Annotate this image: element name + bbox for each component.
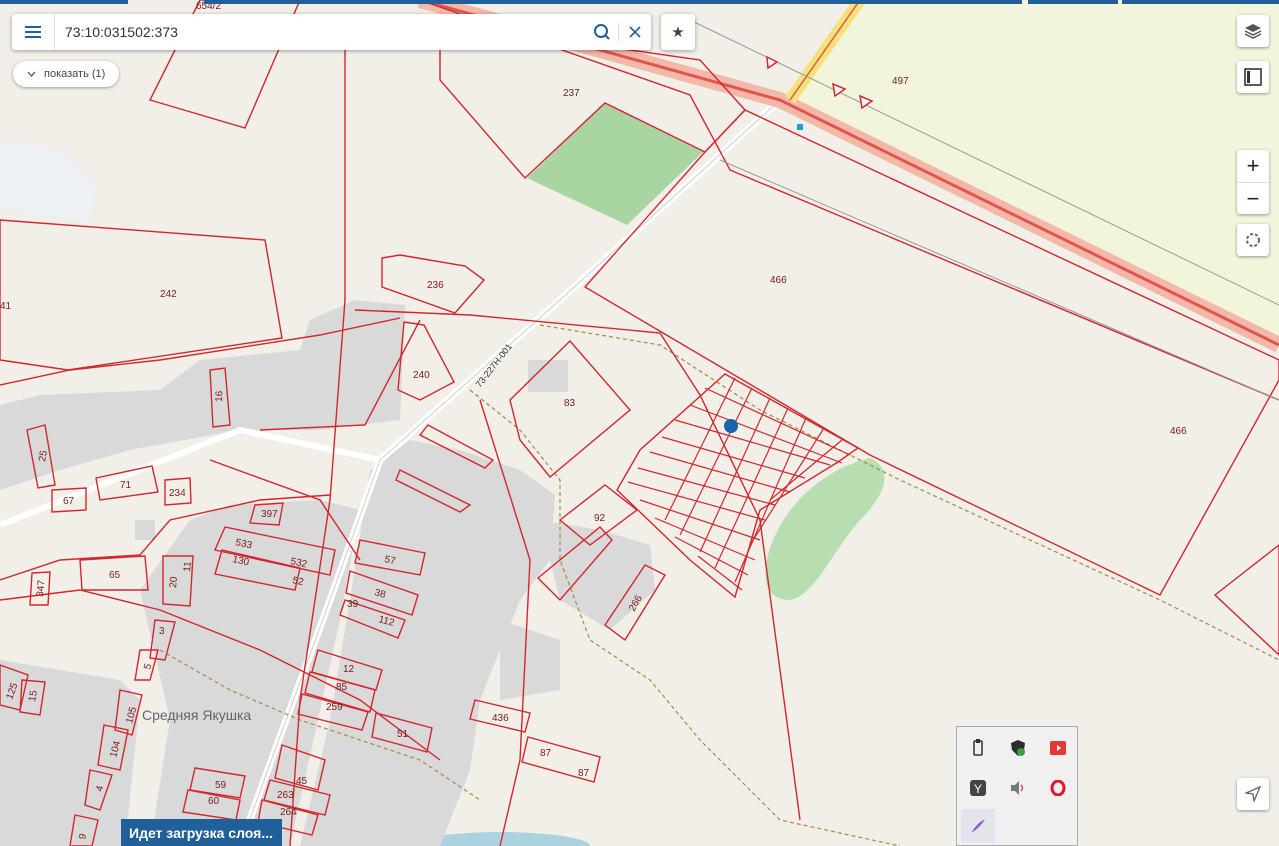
pen-icon[interactable]	[961, 809, 995, 843]
parcel-label: 87	[578, 768, 590, 779]
parcel-label: 87	[540, 748, 552, 759]
usb-icon[interactable]	[961, 731, 995, 765]
parcel-label: 347	[35, 579, 47, 597]
cadastral-map[interactable]: 654/2 237 497 466 466 242 236 240 83 16 …	[0, 0, 1279, 846]
volume-icon[interactable]	[1001, 771, 1035, 805]
parcel-label: 60	[208, 796, 220, 807]
clear-button[interactable]	[619, 14, 651, 50]
parcel-label: 59	[215, 780, 227, 791]
zoom-in-button[interactable]: +	[1237, 150, 1269, 183]
parcel-label: 264	[280, 807, 297, 818]
parcel-label: 397	[261, 509, 278, 520]
system-tray-popup: Y	[956, 726, 1078, 846]
loading-status-label: Идет загрузка слоя...	[129, 824, 273, 841]
parcel-label: 51	[397, 729, 409, 740]
parcel-label: 92	[594, 513, 606, 524]
parcel-label: 237	[563, 88, 580, 99]
chevron-down-icon	[27, 71, 36, 77]
locate-button[interactable]	[1237, 778, 1269, 810]
parcel-label: 41	[0, 301, 12, 312]
parcel-label: 3	[159, 626, 165, 637]
star-icon: ★	[671, 24, 685, 41]
top-strip	[0, 0, 128, 4]
forest-area-2	[765, 458, 885, 600]
media-icon[interactable]	[1041, 731, 1075, 765]
parcel-label: 5	[142, 662, 154, 671]
search-input[interactable]	[55, 16, 586, 48]
parcel-label: 45	[296, 776, 308, 787]
parcel-label: 85	[336, 682, 348, 693]
parcel-label: 466	[1170, 426, 1187, 437]
opera-icon[interactable]	[1041, 771, 1075, 805]
parcel-label: 436	[492, 713, 509, 724]
navigation-icon	[1245, 786, 1261, 802]
parcel-label: 71	[120, 480, 132, 491]
water-area	[0, 140, 95, 220]
menu-button[interactable]	[12, 14, 55, 50]
parcel-label: 12	[343, 664, 355, 675]
place-name: Средняя Якушка	[142, 707, 251, 723]
search-icon	[594, 24, 610, 40]
parcel-label: 20	[168, 576, 180, 588]
location-marker[interactable]	[724, 419, 738, 433]
parcel-label: 240	[413, 370, 430, 381]
parcel-label: 242	[160, 289, 177, 300]
yandex-icon[interactable]: Y	[961, 771, 995, 805]
parcel-label: 67	[63, 496, 75, 507]
loading-status: Идет загрузка слоя...	[121, 819, 282, 846]
show-results-button[interactable]: показать (1)	[13, 61, 120, 87]
top-strip	[204, 0, 1022, 4]
svg-text:Y: Y	[974, 782, 982, 796]
layers-icon	[1244, 24, 1262, 39]
parcel-label: 259	[326, 702, 343, 713]
zoom-out-button[interactable]: −	[1237, 183, 1269, 215]
parcel-label: 83	[564, 398, 576, 409]
point-marker	[797, 124, 803, 130]
hamburger-icon	[25, 26, 41, 38]
parcel-label: 234	[169, 488, 186, 499]
road-label: 73-227Н-001	[474, 342, 514, 390]
search-button[interactable]	[586, 14, 618, 50]
parcel-label: 497	[892, 76, 909, 87]
favorite-button[interactable]: ★	[661, 14, 695, 50]
parcel-label: 236	[427, 280, 444, 291]
close-icon	[629, 26, 641, 38]
parcel-label: 11	[182, 561, 194, 573]
search-bar	[12, 14, 651, 50]
spinner-icon	[1246, 233, 1260, 247]
parcel-label: 263	[277, 790, 294, 801]
show-results-label: показать (1)	[44, 68, 106, 80]
map-icon	[1244, 68, 1262, 86]
layers-button[interactable]	[1237, 15, 1269, 47]
parcel-label: 466	[770, 275, 787, 286]
parcel-label: 65	[109, 570, 121, 581]
legend-button[interactable]	[1237, 61, 1269, 93]
parcel-label: 39	[347, 599, 359, 610]
top-strip	[1028, 0, 1118, 4]
forest-area	[527, 103, 703, 225]
zoom-control: + −	[1237, 150, 1269, 214]
top-strip	[1122, 0, 1279, 4]
parcel-label: 16	[214, 390, 225, 402]
loading-button[interactable]	[1237, 224, 1269, 256]
shield-icon[interactable]	[1001, 731, 1035, 765]
